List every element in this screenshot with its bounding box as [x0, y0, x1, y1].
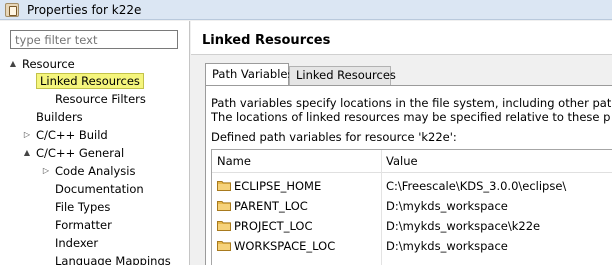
expand-icon[interactable]: ▷ [22, 130, 32, 140]
description-line: Path variables specify locations in the … [211, 96, 611, 110]
tree-item-indexer[interactable]: Indexer [55, 234, 98, 252]
tree-item-linked-resources[interactable]: Linked Resources [36, 72, 144, 90]
folder-icon [217, 201, 231, 211]
tree-item-label: Indexer [55, 236, 99, 250]
tree-item-label: Formatter [55, 218, 112, 232]
variable-name: ECLIPSE_HOME [234, 179, 322, 193]
tree-item-label: Language Mappings [55, 254, 171, 265]
variable-name: PROJECT_LOC [234, 219, 313, 233]
tree-item-file-types[interactable]: File Types [55, 198, 110, 216]
column-header-name[interactable]: Name [217, 154, 251, 168]
table-row[interactable]: PROJECT_LOC D:\mykds_workspace\k22e [212, 216, 612, 236]
tab-path-variables[interactable]: Path Variables [205, 63, 293, 85]
page-title: Linked Resources [202, 33, 331, 48]
folder-icon [217, 181, 231, 191]
table-row[interactable]: WORKSPACE_LOC D:\mykds_workspace [212, 236, 612, 256]
folder-icon [217, 221, 231, 231]
tree-item-builders[interactable]: Builders [36, 108, 83, 126]
tree-item-resource-filters[interactable]: Resource Filters [55, 90, 146, 108]
tree-item-label: Documentation [55, 182, 144, 196]
tree-item-documentation[interactable]: Documentation [55, 180, 144, 198]
tab-linked-resources[interactable]: Linked Resources [289, 66, 396, 85]
tree-item-label: Linked Resources [36, 73, 144, 89]
variable-name: WORKSPACE_LOC [234, 239, 336, 253]
tree-item-formatter[interactable]: Formatter [55, 216, 112, 234]
title-bar: Properties for k22e [0, 0, 612, 20]
properties-page: Linked Resources Path Variables Linked R… [191, 21, 612, 265]
column-header-value[interactable]: Value [386, 154, 418, 168]
collapse-icon[interactable]: ▲ [22, 148, 32, 158]
tree-item-label: Code Analysis [55, 164, 136, 178]
properties-icon [5, 3, 19, 17]
path-variables-panel: Path variables specify locations in the … [205, 85, 612, 265]
table-header: Name Value [212, 150, 612, 173]
collapse-icon[interactable]: ▲ [8, 59, 18, 69]
table-row[interactable]: PARENT_LOC D:\mykds_workspace [212, 196, 612, 216]
expand-icon[interactable]: ▷ [41, 166, 51, 176]
variable-value: D:\mykds_workspace [386, 199, 508, 213]
description-text: Path variables specify locations in the … [211, 96, 611, 124]
variable-name: PARENT_LOC [234, 199, 308, 213]
page-header: Linked Resources [191, 21, 612, 55]
table-row[interactable]: ECLIPSE_HOME C:\Freescale\KDS_3.0.0\ecli… [212, 176, 612, 196]
variable-value: D:\mykds_workspace [386, 239, 508, 253]
window-title: Properties for k22e [27, 3, 142, 17]
folder-icon [217, 241, 231, 251]
filter-input[interactable] [10, 30, 178, 49]
description-line: The locations of linked resources may be… [211, 110, 611, 124]
tree-item-label: File Types [55, 200, 111, 214]
tree-item-label: Resource Filters [55, 92, 146, 106]
navigation-pane: ▲ Resource Linked Resources Resource Fil… [0, 21, 190, 265]
path-variables-table[interactable]: Name Value ECLIPSE_HOME C:\Freescale\KDS… [211, 149, 612, 265]
tree-item-language-mappings[interactable]: Language Mappings [55, 252, 171, 265]
variable-value: C:\Freescale\KDS_3.0.0\eclipse\ [386, 179, 567, 193]
tree-item-label: C/C++ General [36, 146, 125, 160]
variable-value: D:\mykds_workspace\k22e [386, 219, 541, 233]
defined-variables-label: Defined path variables for resource 'k22… [211, 130, 457, 144]
tree-item-label: Resource [22, 57, 75, 71]
tree-item-label: C/C++ Build [36, 128, 108, 142]
tree-item-label: Builders [36, 110, 83, 124]
